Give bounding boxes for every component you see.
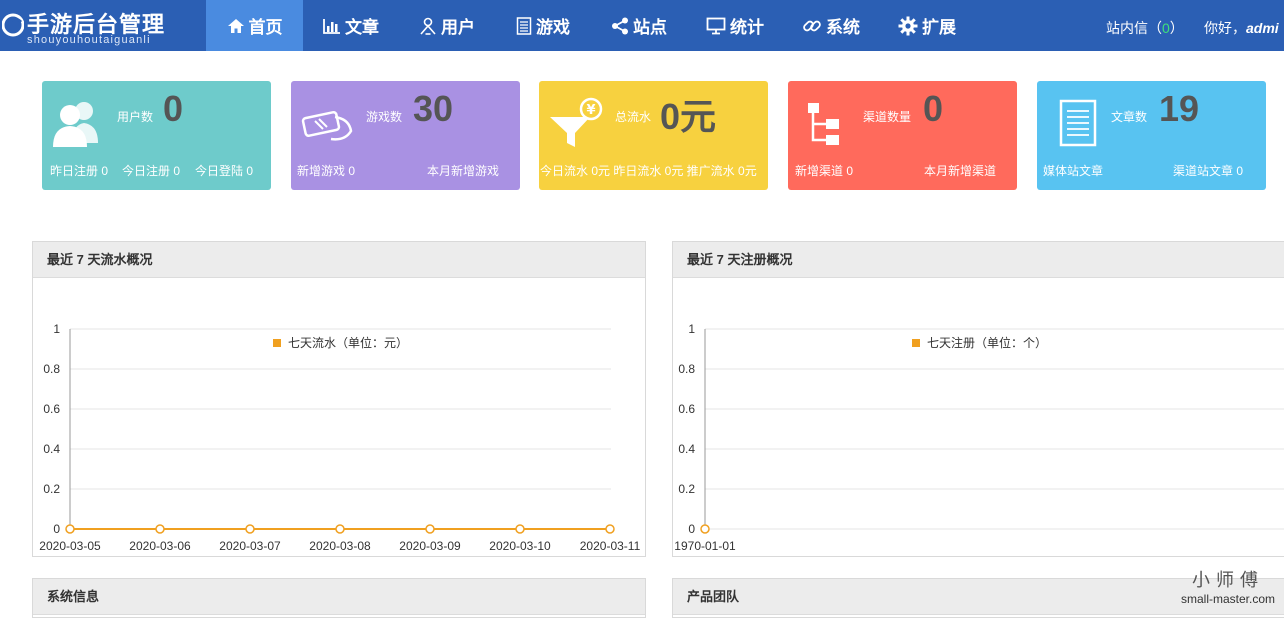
panel-title: 最近 7 天流水概况 (33, 242, 645, 278)
legend-swatch (273, 339, 281, 347)
nav-item-sites[interactable]: 站点 (591, 0, 687, 51)
stat-card-games[interactable]: 游戏数 30 新增游戏 0 本月新增游戏 (291, 81, 520, 190)
x-tick-label: 2020-03-05 (39, 539, 101, 553)
stat-label: 游戏数 (366, 110, 403, 124)
stat-label: 用户数 (117, 110, 154, 124)
stat-value: 30 (413, 88, 454, 129)
stat-value: 0 (163, 88, 184, 129)
funnel-yen-icon: ¥ (550, 97, 603, 147)
monitor-icon (706, 17, 726, 34)
stat-card-users[interactable]: 用户数 0 昨日注册 0 今日注册 0 今日登陆 0 (42, 81, 271, 190)
y-tick-label: 1 (53, 322, 60, 336)
nav-item-label: 用户 (441, 18, 475, 37)
register-chart-panel: 最近 7 天注册概况 七天注册（单位：个） 0 0.2 0.4 0.6 0.8 1 1970-… (672, 241, 1284, 557)
y-tick-label: 0.6 (43, 402, 60, 416)
x-tick-label: 2020-03-10 (489, 539, 551, 553)
bar-chart-icon (323, 18, 340, 34)
stat-label: 文章数 (1111, 110, 1148, 124)
legend-label: 七天注册（单位：个） (927, 335, 1047, 350)
watermark-title: 小师傅 (1192, 570, 1264, 590)
x-tick-label: 2020-03-09 (399, 539, 461, 553)
y-tick-label: 0 (53, 522, 60, 536)
x-tick-label: 2020-03-08 (309, 539, 371, 553)
share-nodes-icon (612, 17, 628, 34)
data-point (155, 524, 165, 534)
y-tick-label: 1 (688, 322, 695, 336)
data-point (335, 524, 345, 534)
register-chart: 七天注册（单位：个） 0 0.2 0.4 0.6 0.8 1 1970-01-01 (674, 322, 1284, 553)
nav-item-label: 首页 (248, 18, 283, 37)
messages-link[interactable]: 站内信（0） (1106, 18, 1184, 38)
nav-item-label: 系统 (826, 18, 860, 37)
y-tick-label: 0.4 (678, 442, 695, 456)
gear-icon (898, 16, 918, 35)
data-point (515, 524, 525, 534)
username: admi (1246, 20, 1279, 36)
revenue-chart-panel: 最近 7 天流水概况 七天流水（单位：元） 0 0.2 0.4 0.6 0.8 1 2020-… (32, 241, 646, 557)
user-icon (420, 17, 436, 35)
nav-item-users[interactable]: 用户 (399, 0, 495, 51)
x-tick-label: 2020-03-11 (580, 539, 641, 553)
stat-value: 0元 (660, 96, 717, 137)
top-navigation-bar: 手游后台管理 shouyouhoutaiguanli 首页 文章 用户 游戏 站… (0, 0, 1284, 51)
nav-item-system[interactable]: 系统 (783, 0, 879, 51)
data-point (245, 524, 255, 534)
watermark: 小师傅 small-master.com (1172, 566, 1284, 606)
y-tick-label: 0.8 (43, 362, 60, 376)
nav-item-home[interactable]: 首页 (206, 0, 303, 51)
data-point (605, 524, 615, 534)
document-icon (516, 16, 532, 35)
nav-item-label: 统计 (730, 18, 764, 37)
stat-label: 渠道数量 (863, 110, 912, 124)
messages-count: 0 (1162, 20, 1170, 36)
y-tick-label: 0.6 (678, 402, 695, 416)
nav-item-label: 文章 (345, 18, 379, 37)
nav-item-label: 站点 (633, 18, 667, 37)
y-tick-label: 0.4 (43, 442, 60, 456)
nav-item-extensions[interactable]: 扩展 (879, 0, 975, 51)
game-hand-icon (301, 110, 353, 141)
data-point (65, 524, 75, 534)
legend-label: 七天流水（单位：元） (288, 335, 408, 350)
stat-value: 19 (1159, 88, 1200, 129)
revenue-chart: 七天流水（单位：元） 0 0.2 0.4 0.6 0.8 1 2020-03-05 2020-0… (39, 322, 641, 553)
legend-swatch (912, 339, 920, 347)
nav-item-statistics[interactable]: 统计 (687, 0, 783, 51)
article-icon (1059, 99, 1097, 147)
panel-title: 系统信息 (33, 579, 645, 615)
x-tick-label: 1970-01-01 (674, 539, 736, 553)
data-point (425, 524, 435, 534)
nav-item-articles[interactable]: 文章 (303, 0, 399, 51)
stat-label: 总流水 (615, 110, 652, 124)
logo[interactable]: 手游后台管理 shouyouhoutaiguanli (0, 0, 206, 51)
y-tick-label: 0 (688, 522, 695, 536)
svg-text:¥: ¥ (586, 103, 595, 118)
system-info-panel: 系统信息 (32, 578, 646, 618)
watermark-url: small-master.com (1180, 592, 1275, 606)
data-point (700, 524, 710, 534)
users-icon (53, 102, 98, 147)
x-tick-label: 2020-03-06 (129, 539, 191, 553)
logo-swirl-icon (2, 13, 24, 37)
stat-card-channels[interactable]: 渠道数量 0 新增渠道 0 本月新增渠道 (788, 81, 1017, 190)
y-tick-label: 0.2 (678, 482, 695, 496)
nav-item-label: 扩展 (922, 18, 956, 37)
sitemap-icon (808, 103, 839, 145)
link-icon (803, 20, 821, 31)
messages-label: 站内信 (1106, 20, 1148, 36)
user-greeting[interactable]: 你好，admi (1204, 18, 1279, 38)
x-tick-label: 2020-03-07 (219, 539, 281, 553)
nav-item-label: 游戏 (536, 18, 570, 37)
nav-item-games[interactable]: 游戏 (495, 0, 591, 51)
y-tick-label: 0.8 (678, 362, 695, 376)
stat-card-articles[interactable]: 文章数 19 媒体站文章 渠道站文章 0 (1037, 81, 1266, 190)
stat-card-revenue[interactable]: ¥ 总流水 0元 今日流水 0元 昨日流水 0元 推广流水 0元 (539, 81, 768, 190)
home-icon (227, 18, 244, 33)
y-tick-label: 0.2 (43, 482, 60, 496)
stat-value: 0 (923, 88, 944, 129)
logo-subtitle: shouyouhoutaiguanli (27, 34, 151, 46)
panel-title: 最近 7 天注册概况 (673, 242, 1284, 278)
